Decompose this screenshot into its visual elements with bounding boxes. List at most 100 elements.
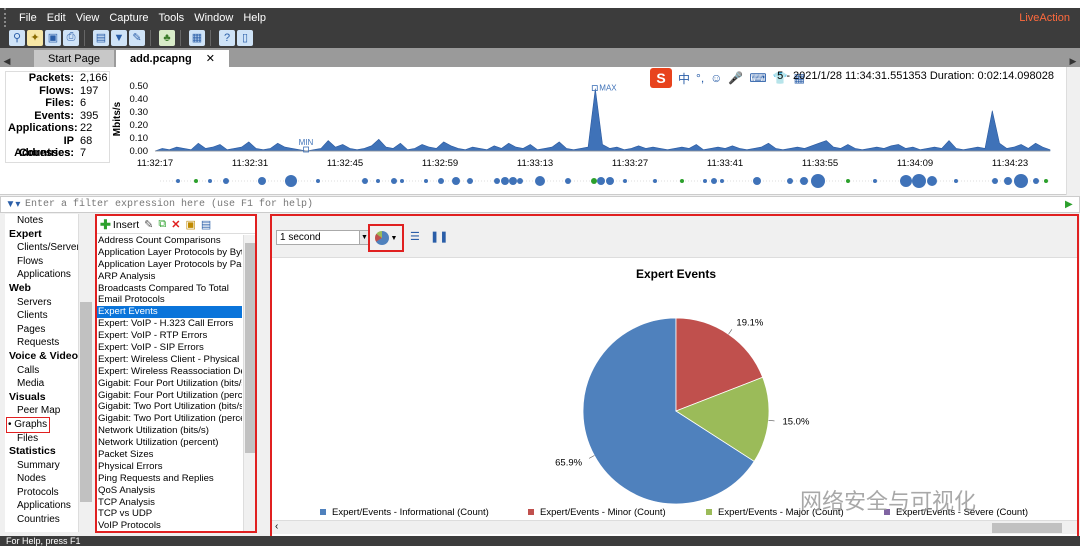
graph-toolbar: 1 second ▼ ▼ ☰ ❚❚ [272, 216, 1077, 258]
graph-list-item[interactable]: TCP Analysis [97, 497, 242, 509]
nav-item[interactable]: • Graphs [6, 416, 50, 433]
ime-item[interactable]: ☺ [710, 71, 722, 85]
graph-list-item[interactable]: QoS Analysis [97, 485, 242, 497]
menu-edit[interactable]: Edit [42, 12, 71, 24]
scroll-thumb[interactable] [245, 243, 255, 453]
status-bar: For Help, press F1 [0, 536, 1080, 546]
graph-list-item[interactable]: Ping Requests and Replies [97, 473, 242, 485]
help-icon[interactable]: ? [219, 29, 235, 46]
toolbar-separator [84, 29, 92, 46]
export-icon[interactable]: ▤ [201, 218, 211, 231]
nav-item-label: Graphs [14, 418, 48, 430]
event-bubble [1014, 174, 1028, 188]
menu-capture[interactable]: Capture [104, 12, 153, 24]
interval-select[interactable]: 1 second ▼ [276, 230, 370, 245]
edit-filter-icon[interactable]: ✎ [129, 29, 145, 46]
print-icon[interactable]: ⎙ [63, 29, 79, 46]
pie-data-label: 19.1% [736, 318, 763, 329]
ime-item[interactable]: °, [696, 71, 704, 85]
menu-bar: File Edit View Capture Tools Window Help… [0, 8, 1080, 27]
edit-icon[interactable]: ✎ [144, 218, 153, 231]
summary-scrollbar[interactable] [1066, 67, 1080, 195]
graph-list-item[interactable]: VoIP Protocols [97, 520, 242, 531]
graph-list-item[interactable]: Network Utilization (percent) [97, 437, 242, 449]
menu-view[interactable]: View [71, 12, 105, 24]
tab-start-page[interactable]: Start Page [34, 50, 114, 67]
graph-list-item[interactable]: Web Protocols [97, 532, 242, 533]
tab-scroll-right-icon[interactable]: ▶ [1066, 56, 1080, 67]
ime-logo-icon: S [650, 68, 672, 88]
x-tick-label: 11:33:27 [612, 158, 648, 169]
event-bubble [517, 178, 523, 184]
graph-list-scrollbar[interactable] [243, 235, 255, 531]
duplicate-icon[interactable]: ⧉ [158, 218, 166, 231]
ime-item[interactable]: ⌨ [749, 71, 766, 85]
graph-list-item[interactable]: Application Layer Protocols by Packets [97, 259, 242, 271]
graph-list-item[interactable]: Expert: Wireless Reassociation Denied [97, 366, 242, 378]
graph-list-item[interactable]: Packet Sizes [97, 449, 242, 461]
graph-list-item[interactable]: ARP Analysis [97, 271, 242, 283]
x-tick-label: 11:32:59 [422, 158, 458, 169]
ime-item[interactable]: 🎤 [728, 71, 743, 85]
event-bubble [591, 178, 597, 184]
insert-plus-icon[interactable]: ✚ [100, 217, 111, 233]
nav-scrollbar[interactable] [78, 214, 92, 532]
save-icon[interactable]: ▣ [45, 29, 61, 46]
open-connection-icon[interactable]: ⚲ [9, 29, 25, 46]
event-bubble [912, 174, 926, 188]
pie-chart-icon [374, 231, 389, 245]
graph-list-item[interactable]: Gigabit: Four Port Utilization (bits/s) [97, 378, 242, 390]
apply-filter-icon[interactable]: ▶ [1065, 199, 1079, 210]
graph-list-item[interactable]: Broadcasts Compared To Total [97, 283, 242, 295]
import-icon[interactable]: ▣ [185, 218, 195, 231]
graph-list-item[interactable]: TCP vs UDP [97, 508, 242, 520]
event-bubble [787, 178, 793, 184]
graph-list-item[interactable]: Network Utilization (bits/s) [97, 425, 242, 437]
tab-scroll-left-icon[interactable]: ◀ [0, 56, 14, 67]
delete-icon[interactable]: ✕ [171, 218, 180, 231]
graph-list-item[interactable]: Physical Errors [97, 461, 242, 473]
chart-type-button[interactable]: ▼ [368, 224, 404, 252]
menu-tools[interactable]: Tools [154, 12, 190, 24]
graph-list-item[interactable]: Application Layer Protocols by Bytes [97, 247, 242, 259]
filter-dropdown-icon[interactable]: ▼▾ [1, 199, 25, 210]
graph-list-toolbar: ✚ Insert ✎ ⧉ ✕ ▣ ▤ [97, 216, 255, 234]
ime-item[interactable]: 中 [678, 70, 690, 87]
graph-list-item[interactable]: Gigabit: Two Port Utilization (bits/s) [97, 401, 242, 413]
filter-input[interactable]: Enter a filter expression here (use F1 f… [25, 197, 1065, 212]
graph-list-item[interactable]: Expert: VoIP - H.323 Call Errors [97, 318, 242, 330]
brand-logo: LiveAction [1019, 11, 1070, 24]
close-tab-icon[interactable]: ✕ [206, 52, 215, 65]
filter-icon[interactable]: ▼ [111, 29, 127, 46]
chart-title: Expert Events [636, 267, 716, 281]
tab-capture-file[interactable]: add.pcapng ✕ [115, 50, 229, 67]
insert-button[interactable]: Insert [113, 219, 139, 231]
event-bubble [703, 179, 707, 183]
graph-list-item[interactable]: Expert: VoIP - RTP Errors [97, 330, 242, 342]
graph-list-item[interactable]: Gigabit: Four Port Utilization (percent) [97, 390, 242, 402]
graph-list-item[interactable]: Expert: VoIP - SIP Errors [97, 342, 242, 354]
dashboard-icon[interactable]: ▦ [189, 29, 205, 46]
graph-horizontal-scrollbar[interactable]: ‹ [272, 520, 1077, 534]
graph-list-item[interactable]: Address Count Comparisons [97, 235, 242, 247]
options-list-icon[interactable]: ☰ [410, 230, 420, 243]
event-bubble [753, 177, 761, 185]
scroll-thumb[interactable] [992, 523, 1062, 533]
graph-list-item[interactable]: Gigabit: Two Port Utilization (percent) [97, 413, 242, 425]
new-capture-icon[interactable]: ✦ [27, 29, 43, 46]
pause-icon[interactable]: ❚❚ [430, 230, 448, 243]
report-icon[interactable]: ▤ [93, 29, 109, 46]
event-bubble [208, 179, 212, 183]
y-axis-label: Mbits/s [112, 101, 123, 136]
graph-list-item[interactable]: Expert: Wireless Client - Physical Error… [97, 354, 242, 366]
scroll-thumb[interactable] [80, 302, 92, 502]
tree-icon[interactable]: ♣ [159, 29, 175, 46]
document-icon[interactable]: ▯ [237, 29, 253, 46]
menu-help[interactable]: Help [238, 12, 271, 24]
scroll-left-icon[interactable]: ‹ [275, 521, 278, 532]
graph-list-item[interactable]: Email Protocols [97, 294, 242, 306]
graph-list-item[interactable]: Expert Events [97, 306, 242, 319]
event-bubble [954, 179, 958, 183]
menu-window[interactable]: Window [189, 12, 238, 24]
menu-file[interactable]: File [14, 12, 42, 24]
